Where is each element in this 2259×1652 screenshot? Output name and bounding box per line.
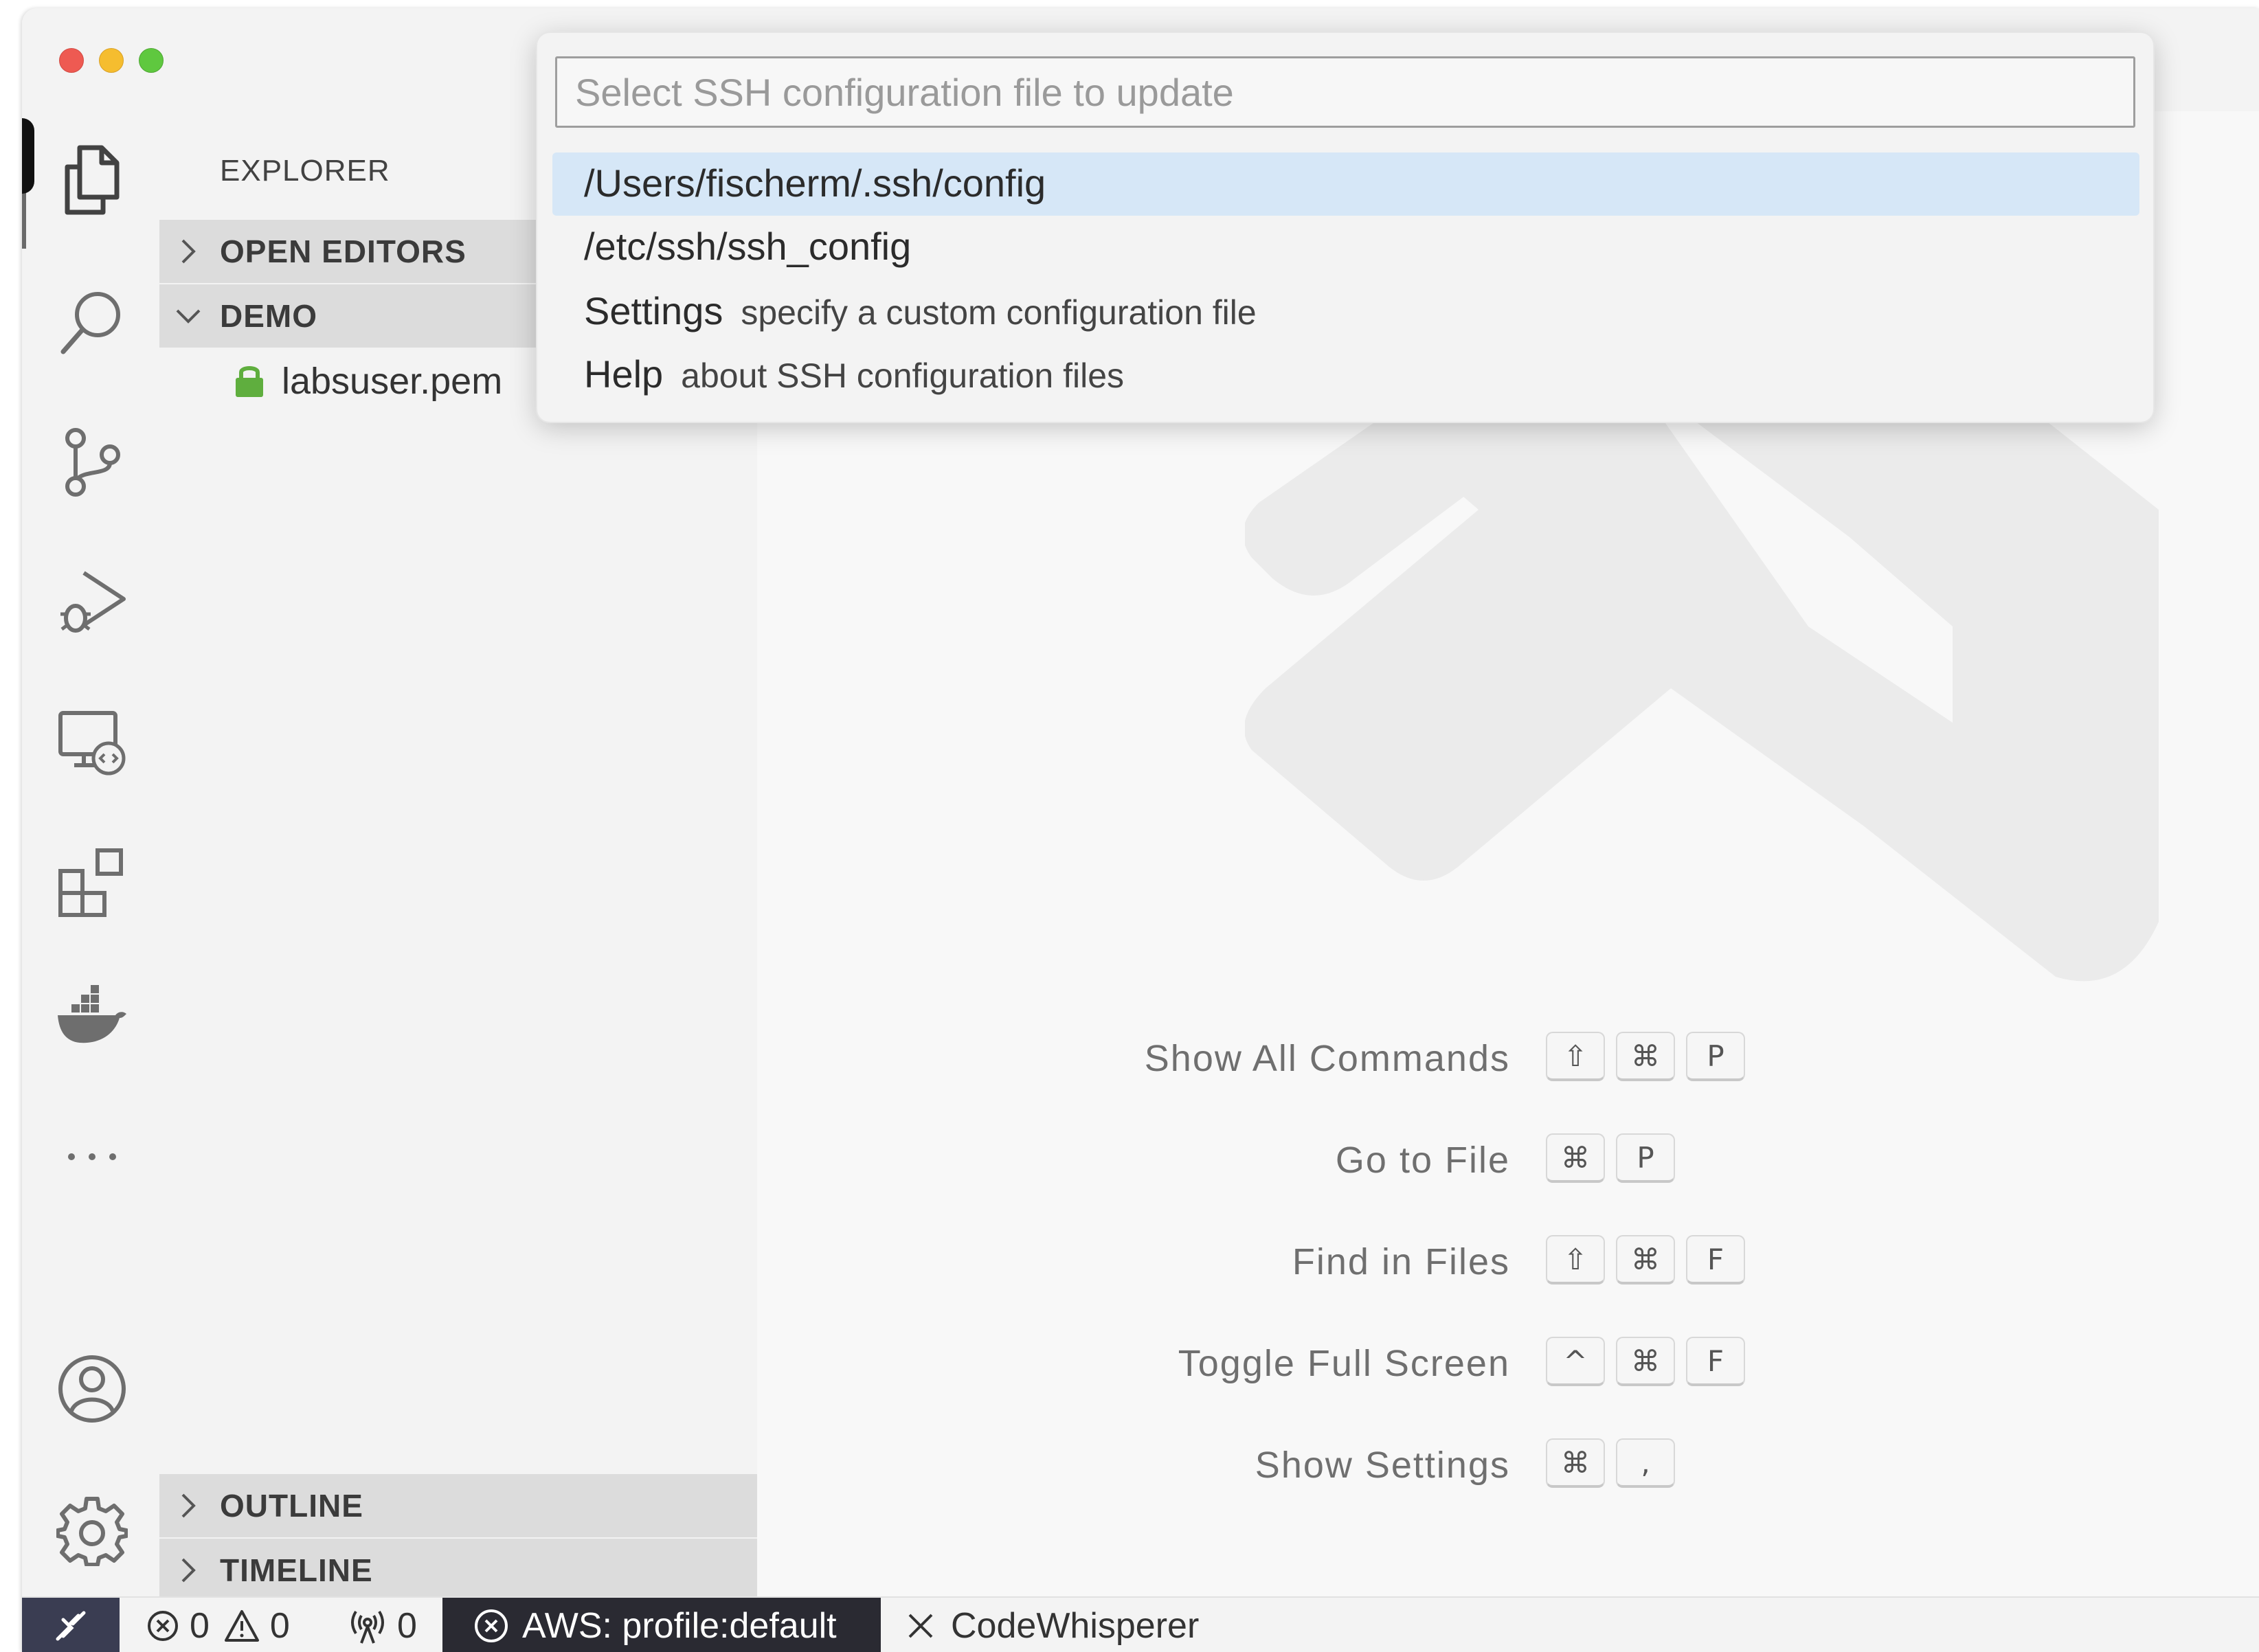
quick-pick-item-system-config[interactable]: /etc/ssh/ssh_config: [552, 216, 2139, 279]
source-control-icon: [65, 428, 120, 497]
explorer-button[interactable]: [56, 144, 128, 216]
shortcut-row: Show All Commands ⇧ ⌘ P: [757, 1025, 2259, 1094]
minimize-window-button[interactable]: [99, 48, 124, 73]
remote-indicator-button[interactable]: [22, 1598, 120, 1652]
section-timeline[interactable]: TIMELINE: [159, 1539, 757, 1602]
extensions-icon: [58, 848, 123, 917]
quick-pick-item-label: /Users/fischerm/.ssh/config: [584, 161, 1046, 205]
run-debug-icon: [60, 571, 126, 633]
source-control-button[interactable]: [56, 426, 128, 497]
warning-count: 0: [269, 1605, 290, 1646]
shortcut-label: Toggle Full Screen: [1178, 1343, 1510, 1384]
section-label: DEMO: [220, 298, 317, 334]
quick-pick-item-help[interactable]: Help about SSH configuration files: [552, 343, 2139, 407]
search-icon: [60, 292, 120, 354]
search-button[interactable]: [56, 286, 128, 357]
accounts-button[interactable]: [56, 1353, 128, 1425]
more-icon: [68, 1153, 116, 1160]
shortcut-keys: ⌘ P: [1546, 1133, 1675, 1183]
gear-icon: [56, 1497, 128, 1566]
more-button[interactable]: [56, 1121, 128, 1192]
section-label: TIMELINE: [220, 1552, 373, 1588]
chevron-right-icon: [181, 239, 196, 264]
quick-pick-item-user-config[interactable]: /Users/fischerm/.ssh/config: [552, 152, 2139, 216]
run-debug-button[interactable]: [56, 566, 128, 637]
activity-bar: [22, 111, 159, 1602]
quick-pick-input[interactable]: [555, 56, 2135, 128]
shortcut-label: Go to File: [1335, 1140, 1510, 1181]
keycap: ⇧: [1546, 1235, 1605, 1285]
shortcut-label: Find in Files: [1292, 1241, 1510, 1282]
aws-profile-button[interactable]: AWS: profile:default: [442, 1598, 881, 1652]
manage-button[interactable]: [56, 1495, 128, 1566]
keycap: ⌘: [1546, 1438, 1605, 1488]
close-icon: [908, 1614, 933, 1638]
remote-explorer-button[interactable]: [56, 706, 128, 778]
shortcut-keys: ⌘ ,: [1546, 1438, 1675, 1488]
shortcut-row: Go to File ⌘ P: [757, 1127, 2259, 1195]
remote-explorer-icon: [58, 711, 126, 776]
keycap: ⌘: [1546, 1133, 1605, 1183]
lock-icon: [236, 366, 263, 397]
section-label: OUTLINE: [220, 1488, 363, 1524]
keycap: P: [1686, 1032, 1745, 1081]
quick-pick-item-description: specify a custom configuration file: [741, 293, 1257, 332]
shortcut-row: Toggle Full Screen ^ ⌘ F: [757, 1330, 2259, 1399]
section-label: OPEN EDITORS: [220, 234, 467, 269]
chevron-right-icon: [181, 1558, 196, 1583]
keycap: ,: [1616, 1438, 1675, 1488]
error-circle-icon: [475, 1609, 508, 1642]
close-window-button[interactable]: [59, 48, 84, 73]
keycap: ^: [1546, 1337, 1605, 1386]
quick-pick-item-label: /etc/ssh/ssh_config: [584, 225, 912, 268]
ssh-config-quick-pick: /Users/fischerm/.ssh/config /etc/ssh/ssh…: [537, 33, 2153, 422]
sidebar-title: EXPLORER: [220, 154, 390, 188]
keycap: ⌘: [1616, 1235, 1675, 1285]
ports-indicator[interactable]: 0: [349, 1598, 417, 1652]
extensions-button[interactable]: [56, 846, 128, 918]
shortcut-label: Show All Commands: [1144, 1038, 1510, 1079]
warning-icon: [224, 1609, 259, 1642]
shortcut-keys: ⇧ ⌘ F: [1546, 1235, 1745, 1285]
broadcast-icon: [351, 1610, 384, 1644]
shortcut-row: Find in Files ⇧ ⌘ F: [757, 1228, 2259, 1297]
keycap: ⌘: [1616, 1032, 1675, 1081]
quick-pick-item-description: about SSH configuration files: [681, 357, 1124, 395]
zoom-window-button[interactable]: [139, 48, 164, 73]
ports-count: 0: [397, 1605, 417, 1646]
quick-pick-item-settings[interactable]: Settings specify a custom configuration f…: [552, 280, 2139, 343]
keycap: ⌘: [1616, 1337, 1675, 1386]
shortcut-keys: ⇧ ⌘ P: [1546, 1032, 1745, 1081]
keycap: F: [1686, 1337, 1745, 1386]
docker-button[interactable]: [56, 984, 128, 1055]
window-edge-shadow: [22, 118, 34, 194]
codewhisperer-button[interactable]: CodeWhisperer: [906, 1598, 1199, 1652]
chevron-right-icon: [181, 1493, 196, 1518]
error-count: 0: [190, 1605, 210, 1646]
status-bar: 0 0 0 AWS: profile:default CodeWhisperer: [22, 1596, 2259, 1652]
files-icon: [65, 145, 120, 215]
shortcut-keys: ^ ⌘ F: [1546, 1337, 1745, 1386]
keycap: P: [1616, 1133, 1675, 1183]
file-name: labsuser.pem: [282, 361, 503, 402]
shortcut-label: Show Settings: [1255, 1445, 1510, 1486]
shortcut-row: Show Settings ⌘ ,: [757, 1432, 2259, 1500]
problems-indicator[interactable]: 0 0: [146, 1598, 290, 1652]
docker-icon: [58, 985, 126, 1043]
section-outline[interactable]: OUTLINE: [159, 1474, 757, 1537]
vscode-window: EXPLORER OPEN EDITORS DEMO labsuser.pem: [22, 8, 2259, 1652]
account-icon: [58, 1355, 126, 1423]
quick-pick-item-label: Settings: [584, 289, 723, 332]
codewhisperer-label: CodeWhisperer: [951, 1605, 1200, 1646]
remote-icon: [56, 1611, 86, 1640]
chevron-down-icon: [176, 309, 201, 324]
error-icon: [148, 1610, 178, 1641]
keycap: ⇧: [1546, 1032, 1605, 1081]
keycap: F: [1686, 1235, 1745, 1285]
quick-pick-item-label: Help: [584, 352, 664, 396]
aws-profile-label: AWS: profile:default: [522, 1605, 837, 1646]
